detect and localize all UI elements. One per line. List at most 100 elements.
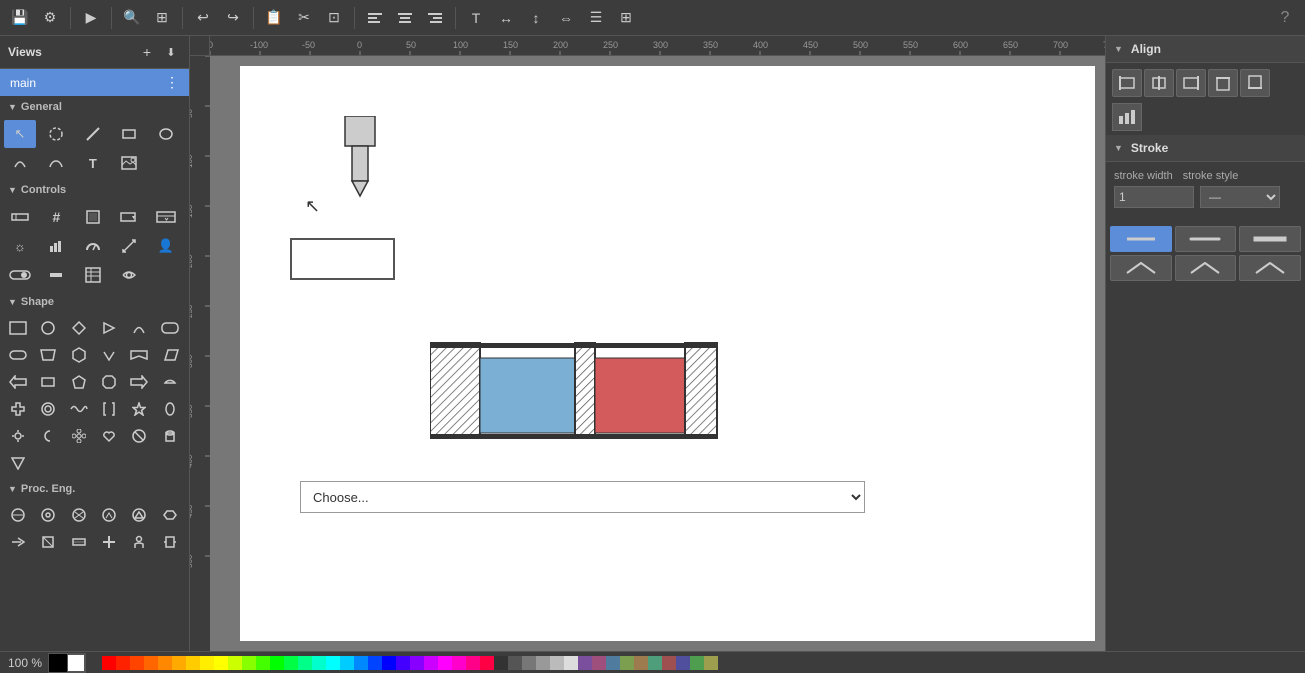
color-3[interactable] <box>144 656 158 670</box>
fit-page-button[interactable]: ⊡ <box>320 4 348 32</box>
text-tool-sidebar[interactable]: T <box>77 149 109 177</box>
sh-circle-tool[interactable] <box>34 315 62 341</box>
stroke-width-input[interactable] <box>1114 186 1194 208</box>
color-5[interactable] <box>172 656 186 670</box>
sh-rect-tool[interactable] <box>4 315 32 341</box>
grid-button[interactable]: ⊞ <box>148 4 176 32</box>
pe-valve-tool[interactable] <box>156 502 184 528</box>
align-left-edge-btn[interactable] <box>1112 69 1142 97</box>
align-section-header[interactable]: ▼ Align <box>1106 36 1305 63</box>
sh-sun-tool[interactable] <box>4 423 32 449</box>
add-view-button[interactable]: + <box>137 42 157 62</box>
sh-bracket-tool[interactable] <box>95 396 123 422</box>
section-general[interactable]: ▼ General <box>0 96 189 118</box>
color-maroon[interactable] <box>662 656 676 670</box>
section-shape[interactable]: ▼ Shape <box>0 291 189 313</box>
color-18[interactable] <box>354 656 368 670</box>
color-17[interactable] <box>340 656 354 670</box>
color-gray6[interactable] <box>564 656 578 670</box>
color-forest[interactable] <box>690 656 704 670</box>
sh-oval-v-tool[interactable] <box>156 396 184 422</box>
color-1[interactable] <box>116 656 130 670</box>
select-tool[interactable]: ↖ <box>4 120 36 148</box>
color-teal[interactable] <box>648 656 662 670</box>
sh-pent-tool[interactable] <box>65 369 93 395</box>
settings-button[interactable]: ⚙ <box>36 4 64 32</box>
sh-triangle-r-tool[interactable] <box>95 315 123 341</box>
help-button[interactable]: ? <box>1271 4 1299 32</box>
color-10[interactable] <box>242 656 256 670</box>
color-20[interactable] <box>396 656 410 670</box>
pe-pump-tool[interactable] <box>125 502 153 528</box>
align-center-button[interactable] <box>391 4 419 32</box>
ctrl-expand-tool[interactable] <box>150 203 182 231</box>
stroke-style-select[interactable]: — - - ··· <box>1200 186 1280 208</box>
color-blue[interactable] <box>382 656 396 670</box>
color-11[interactable] <box>256 656 270 670</box>
pe-meter-tool[interactable] <box>95 502 123 528</box>
ctrl-sun-tool[interactable]: ☼ <box>4 232 36 260</box>
sh-chevron-d-tool[interactable] <box>95 342 123 368</box>
section-proc-eng[interactable]: ▼ Proc. Eng. <box>0 478 189 500</box>
ctrl-bar2-tool[interactable] <box>40 261 72 289</box>
stroke-join-round-btn[interactable] <box>1175 255 1237 281</box>
sh-rrect-tool[interactable] <box>156 315 184 341</box>
align-center-h-btn[interactable] <box>1144 69 1174 97</box>
color-navy[interactable] <box>676 656 690 670</box>
ctrl-hash-tool[interactable]: # <box>40 203 72 231</box>
align-right-button[interactable] <box>421 4 449 32</box>
color-olive[interactable] <box>620 656 634 670</box>
ctrl-gauge-tool[interactable] <box>77 232 109 260</box>
pe-tank-tool[interactable] <box>156 529 184 555</box>
cut-button[interactable]: ✂ <box>290 4 318 32</box>
pe-pipe-cross-tool[interactable] <box>95 529 123 555</box>
color-gray2[interactable] <box>508 656 522 670</box>
color-19[interactable] <box>368 656 382 670</box>
play-button[interactable]: ▶ <box>77 4 105 32</box>
align-left-button[interactable] <box>361 4 389 32</box>
ctrl-chart-tool[interactable] <box>40 232 72 260</box>
sh-cross-tool[interactable] <box>4 396 32 422</box>
color-7[interactable] <box>200 656 214 670</box>
ctrl-eye-tool[interactable] <box>113 261 145 289</box>
line-tool[interactable] <box>77 120 109 148</box>
color-steel[interactable] <box>606 656 620 670</box>
sh-donut-tool[interactable] <box>34 396 62 422</box>
stroke-cap-flat-btn[interactable] <box>1110 226 1172 252</box>
distribute-v-button[interactable]: ↕ <box>522 4 550 32</box>
sh-arrow-r-tool[interactable] <box>125 369 153 395</box>
stroke-join-bevel-btn[interactable] <box>1239 255 1301 281</box>
color-16[interactable] <box>326 656 340 670</box>
ctrl-table-tool[interactable] <box>77 261 109 289</box>
stroke-cap-round-btn[interactable] <box>1175 226 1237 252</box>
ctrl-bar-tool[interactable] <box>4 203 36 231</box>
align-right-edge-btn[interactable] <box>1176 69 1206 97</box>
sh-wavy-tool[interactable] <box>65 396 93 422</box>
sh-triangle-d-tool[interactable] <box>4 450 32 476</box>
sh-para-tool[interactable] <box>156 342 184 368</box>
color-15[interactable] <box>312 656 326 670</box>
pe-box-corner-tool[interactable] <box>34 529 62 555</box>
choose-dropdown[interactable]: Choose... <box>300 481 865 513</box>
sh-trap-tool[interactable] <box>34 342 62 368</box>
color-24[interactable] <box>452 656 466 670</box>
color-8[interactable] <box>214 656 228 670</box>
chart-icon-btn[interactable] <box>1112 103 1142 131</box>
redo-button[interactable]: ↪ <box>219 4 247 32</box>
ctrl-person-tool[interactable]: 👤 <box>150 232 182 260</box>
color-tan[interactable] <box>634 656 648 670</box>
curve-tool[interactable] <box>40 149 72 177</box>
color-25[interactable] <box>466 656 480 670</box>
distribute-h-button[interactable]: ↔ <box>492 4 520 32</box>
align-top-edge-btn[interactable] <box>1208 69 1238 97</box>
save-view-button[interactable]: ⬇ <box>161 42 181 62</box>
view-item-main[interactable]: main ⋮ <box>0 69 189 96</box>
pe-vent-tool[interactable] <box>65 502 93 528</box>
pe-arrow-tool[interactable] <box>4 529 32 555</box>
sh-moon-tool[interactable] <box>34 423 62 449</box>
color-14[interactable] <box>298 656 312 670</box>
view-options-button[interactable]: ⋮ <box>165 74 179 91</box>
zoom-area-button[interactable]: 🔍 <box>118 4 146 32</box>
sh-arrow-left-tool[interactable] <box>4 369 32 395</box>
color-26[interactable] <box>480 656 494 670</box>
